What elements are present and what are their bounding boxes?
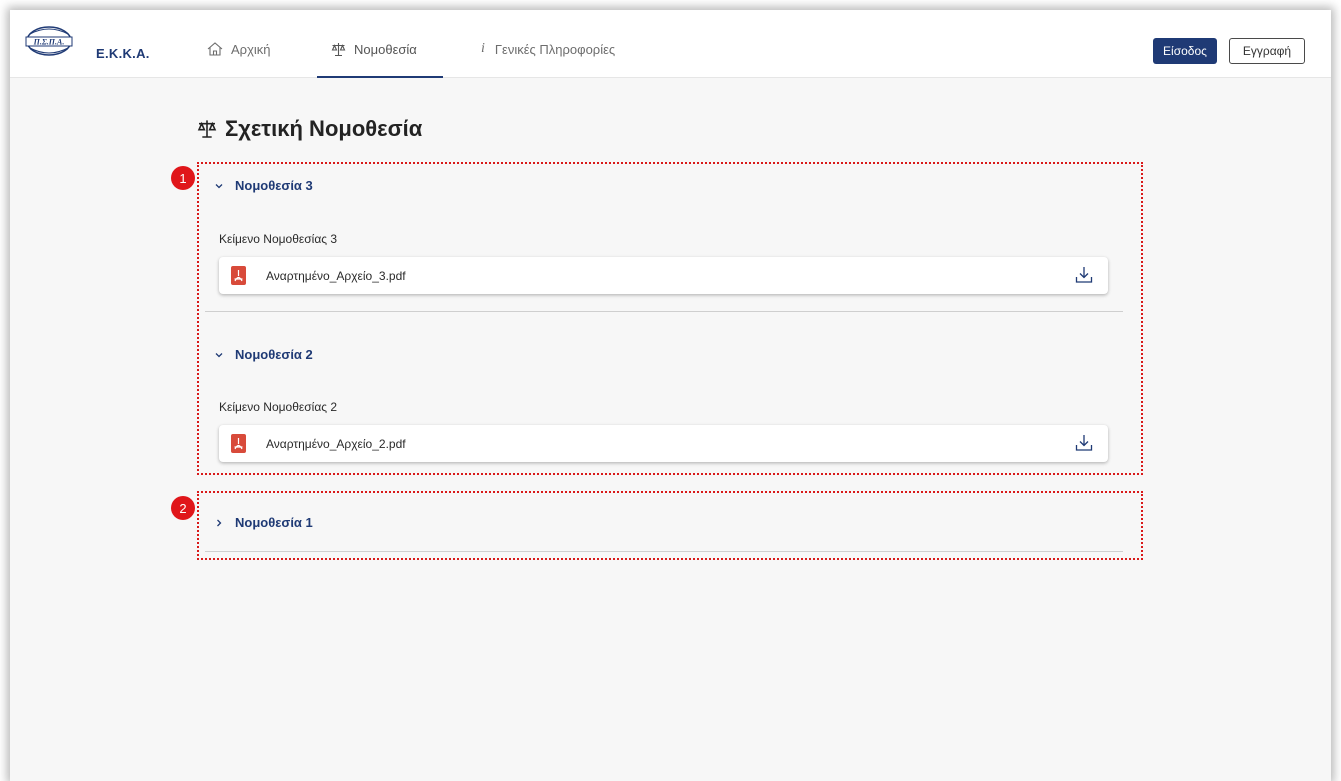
file-name: Αναρτημένο_Αρχείο_2.pdf bbox=[266, 437, 406, 451]
page-title: Σχετική Νομοθεσία bbox=[197, 116, 422, 142]
logo-text: Π.Σ.Π.Α. bbox=[33, 38, 65, 47]
download-icon[interactable] bbox=[1074, 265, 1094, 290]
pdf-icon bbox=[231, 434, 246, 458]
app-window: Π.Σ.Π.Α. Ε.Κ.Κ.Α. Αρχική Νομοθεσία i Γεν… bbox=[10, 10, 1331, 781]
scales-icon bbox=[197, 119, 217, 139]
nav-home-label: Αρχική bbox=[231, 41, 271, 57]
annotation-box-2 bbox=[197, 491, 1143, 560]
accordion-header-legislation-2[interactable]: Νομοθεσία 2 bbox=[213, 347, 313, 362]
accordion-header-legislation-3[interactable]: Νομοθεσία 3 bbox=[213, 178, 313, 193]
legislation-text: Κείμενο Νομοθεσίας 3 bbox=[219, 232, 338, 246]
info-icon: i bbox=[481, 41, 485, 56]
scales-icon bbox=[331, 42, 346, 57]
chevron-right-icon bbox=[213, 519, 225, 527]
accordion-label: Νομοθεσία 2 bbox=[235, 347, 313, 362]
home-icon bbox=[207, 42, 223, 56]
accordion-header-legislation-1[interactable]: Νομοθεσία 1 bbox=[213, 515, 313, 530]
pdf-icon bbox=[231, 266, 246, 290]
login-button[interactable]: Είσοδος bbox=[1153, 38, 1217, 64]
annotation-badge-2: 2 bbox=[171, 496, 195, 520]
nav-home[interactable]: Αρχική bbox=[207, 36, 271, 78]
file-card[interactable]: Αναρτημένο_Αρχείο_3.pdf bbox=[219, 257, 1108, 294]
nav-legislation[interactable]: Νομοθεσία bbox=[317, 36, 443, 78]
nav-legislation-label: Νομοθεσία bbox=[354, 41, 417, 57]
divider bbox=[205, 551, 1123, 552]
accordion-label: Νομοθεσία 1 bbox=[235, 515, 313, 530]
accordion-label: Νομοθεσία 3 bbox=[235, 178, 313, 193]
page-title-text: Σχετική Νομοθεσία bbox=[225, 116, 423, 141]
divider bbox=[205, 311, 1123, 312]
nav-general-info[interactable]: i Γενικές Πληροφορίες bbox=[481, 36, 615, 78]
chevron-down-icon bbox=[213, 352, 225, 358]
legislation-text: Κείμενο Νομοθεσίας 2 bbox=[219, 400, 338, 414]
brand-name[interactable]: Ε.Κ.Κ.Α. bbox=[96, 46, 150, 61]
register-button[interactable]: Εγγραφή bbox=[1229, 38, 1305, 64]
annotation-badge-1: 1 bbox=[171, 166, 195, 190]
navbar: Π.Σ.Π.Α. Ε.Κ.Κ.Α. Αρχική Νομοθεσία i Γεν… bbox=[10, 10, 1331, 78]
logo[interactable]: Π.Σ.Π.Α. bbox=[24, 24, 74, 58]
file-card[interactable]: Αναρτημένο_Αρχείο_2.pdf bbox=[219, 425, 1108, 462]
nav-general-info-label: Γενικές Πληροφορίες bbox=[494, 41, 616, 57]
file-name: Αναρτημένο_Αρχείο_3.pdf bbox=[266, 269, 406, 283]
chevron-down-icon bbox=[213, 183, 225, 189]
download-icon[interactable] bbox=[1074, 433, 1094, 458]
